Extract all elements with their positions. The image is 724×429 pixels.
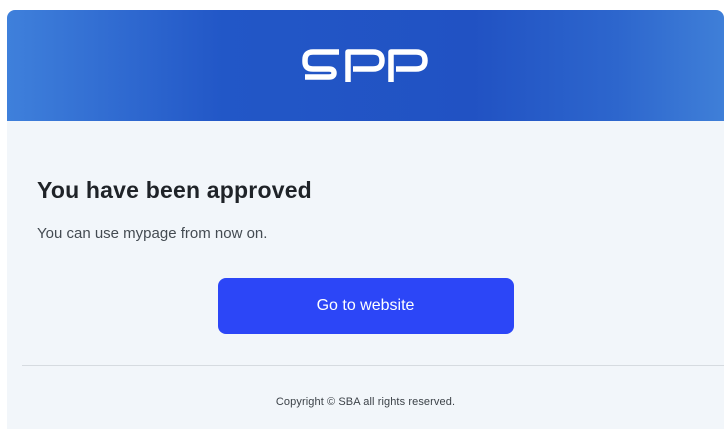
copyright-text: Copyright © SBA all rights reserved.: [275, 396, 456, 408]
email-header: [7, 10, 724, 121]
approval-title: You have been approved: [37, 177, 312, 203]
email-body: You have been approved You can use mypag…: [7, 121, 724, 334]
footer-divider: [22, 365, 724, 366]
approval-email-card: You have been approved You can use mypag…: [7, 10, 724, 429]
go-to-website-button[interactable]: Go to website: [217, 278, 514, 334]
approval-message: You can use mypage from now on.: [37, 225, 268, 242]
spp-logo: [301, 48, 428, 82]
cta-container: Go to website: [37, 244, 694, 334]
